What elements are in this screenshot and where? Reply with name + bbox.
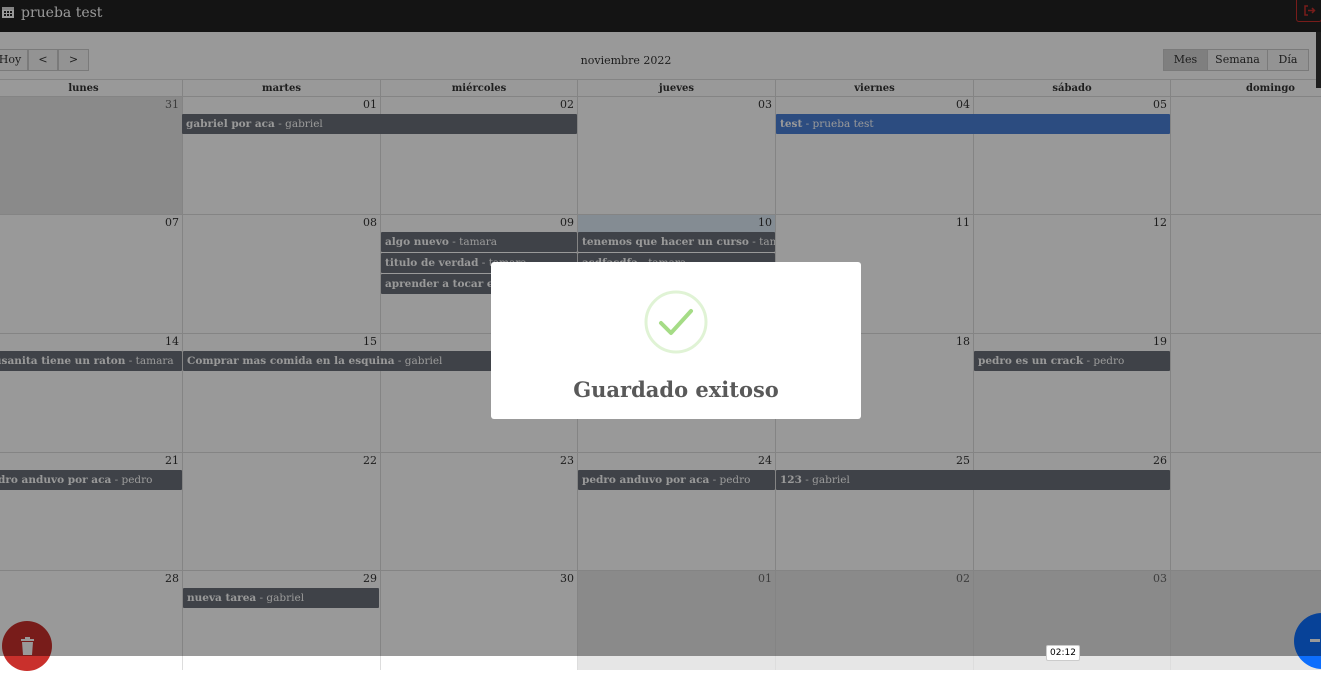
video-timestamp: 02:12	[1046, 645, 1080, 661]
dialog-title: Guardado exitoso	[573, 377, 779, 402]
success-dialog: Guardado exitoso	[491, 262, 861, 419]
success-check-icon	[644, 290, 708, 354]
